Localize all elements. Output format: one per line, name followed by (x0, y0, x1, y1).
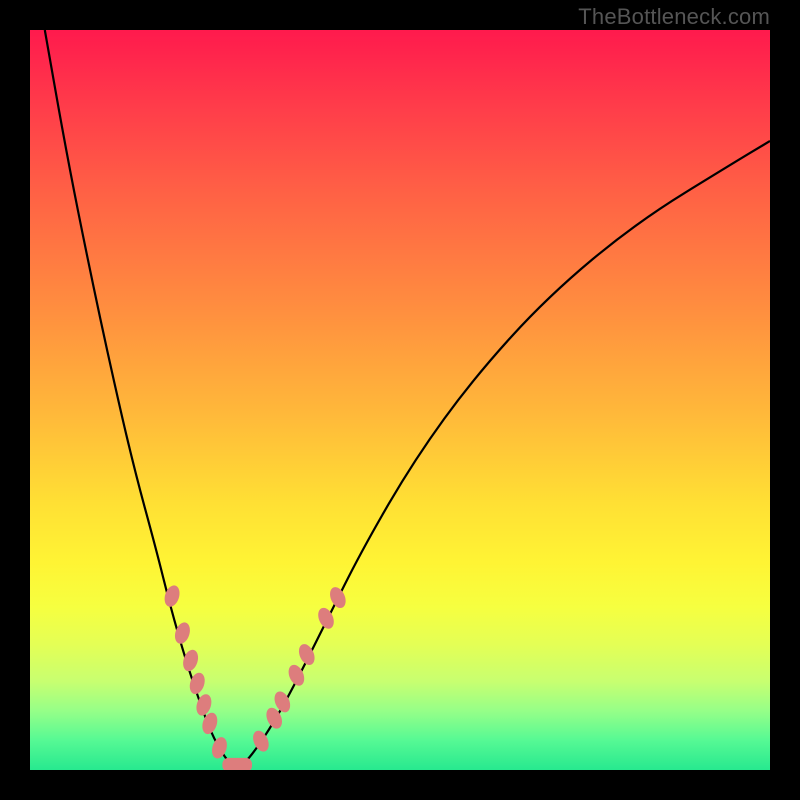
bottom-marker-pill (222, 758, 252, 770)
curve-left (45, 30, 237, 770)
markers-right (250, 585, 349, 754)
chart-svg (30, 30, 770, 770)
data-marker (315, 605, 337, 631)
watermark-text: TheBottleneck.com (578, 4, 770, 30)
plot-area (30, 30, 770, 770)
chart-frame: TheBottleneck.com (0, 0, 800, 800)
curve-right (237, 141, 770, 770)
data-marker (209, 735, 229, 760)
data-marker (327, 585, 349, 611)
